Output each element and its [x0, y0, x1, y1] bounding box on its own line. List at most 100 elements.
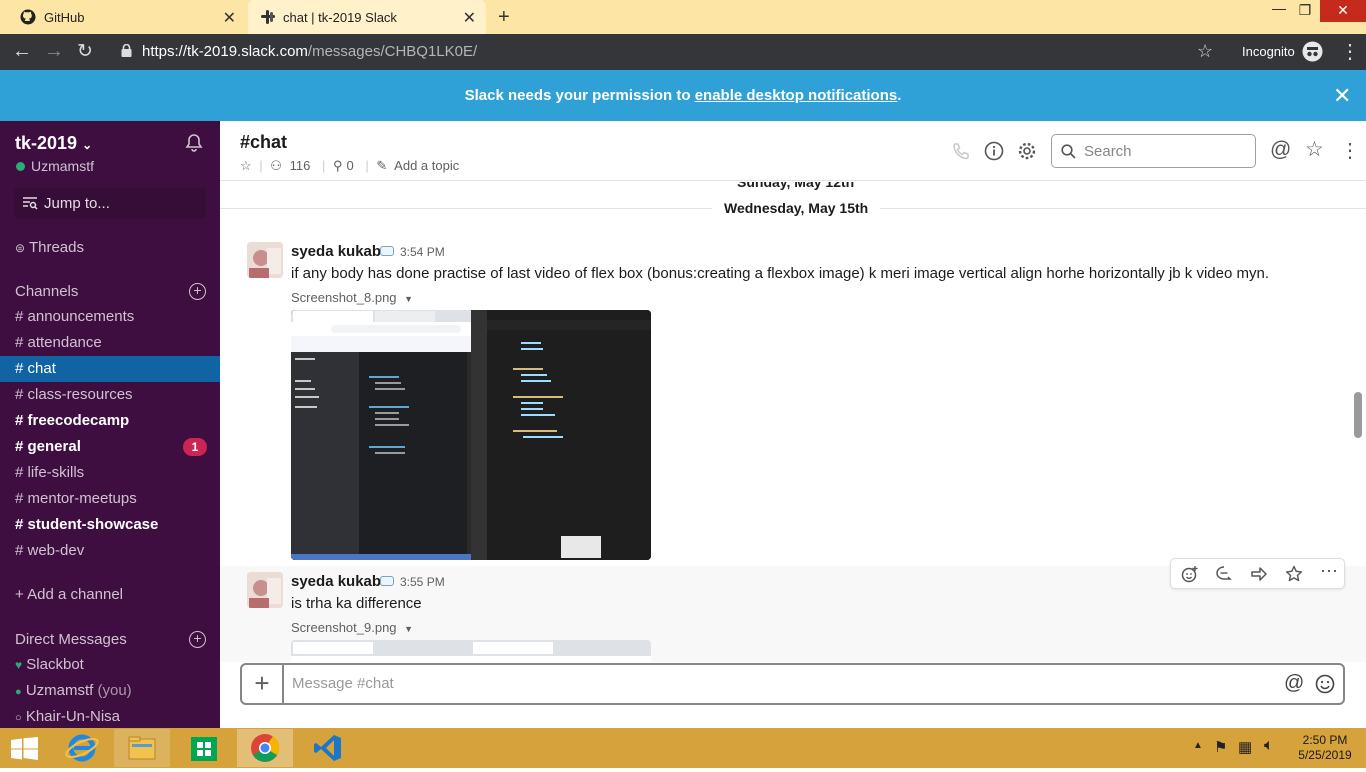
close-icon[interactable]: ✕	[1333, 83, 1351, 109]
sidebar-item-threads[interactable]: ⊜ Threads	[0, 235, 220, 261]
sidebar-item-class-resources[interactable]: # class-resources	[0, 382, 220, 408]
banner-text: Slack needs your permission to enable de…	[0, 87, 1366, 104]
sidebar-item-mentor-meetups[interactable]: # mentor-meetups	[0, 486, 220, 512]
channel-header: #chat ☆ | ⚇ 116 | ⚲0 | ✎ Add a topic @ ☆…	[220, 121, 1366, 181]
attachment-image[interactable]	[291, 310, 651, 560]
tray-chevron-up-icon[interactable]: ▲	[1193, 740, 1203, 751]
bookmark-star-icon[interactable]: ☆	[1197, 41, 1213, 62]
channel-label: # mentor-meetups	[15, 490, 137, 507]
message-timestamp[interactable]: 3:55 PM	[400, 575, 445, 589]
sidebar-item-uzmamstf[interactable]: ● Uzmamstf (you)	[0, 678, 220, 704]
close-icon[interactable]: ✕	[463, 8, 476, 28]
thread-icon[interactable]	[1215, 565, 1233, 583]
sidebar-item-chat[interactable]: # chat	[0, 356, 220, 382]
forward-arrow-icon[interactable]: →	[44, 40, 64, 63]
direct-messages-heading[interactable]: Direct Messages	[15, 631, 127, 648]
close-window-button[interactable]: ✕	[1320, 0, 1366, 22]
notification-banner: Slack needs your permission to enable de…	[0, 70, 1366, 121]
minimize-button[interactable]: —	[1268, 0, 1290, 22]
restore-button[interactable]: ❐	[1294, 2, 1316, 24]
windows-store-icon[interactable]	[176, 729, 232, 767]
more-actions-icon[interactable]: ⋯	[1320, 561, 1338, 582]
channel-meta: ☆ | ⚇ 116 | ⚲ 0 | ✎ Add a topic	[240, 158, 467, 174]
attachment-image[interactable]	[291, 640, 651, 662]
sidebar-item-announcements[interactable]: # announcements	[0, 304, 220, 330]
message-sender[interactable]: syeda kukab	[291, 243, 381, 260]
attachment-filename[interactable]: Screenshot_8.png ▼	[291, 290, 413, 305]
share-arrow-icon[interactable]	[1250, 565, 1268, 583]
avatar[interactable]	[247, 572, 283, 608]
message-sender[interactable]: syeda kukab	[291, 573, 381, 590]
sidebar-item-student-showcase[interactable]: # student-showcase	[0, 512, 220, 538]
jump-to-label: Jump to...	[44, 195, 110, 212]
back-arrow-icon[interactable]: ←	[12, 40, 32, 63]
search-field[interactable]	[1051, 134, 1256, 168]
sidebar-item-slackbot[interactable]: ♥ Slackbot	[0, 652, 220, 678]
sidebar-item-freecodecamp[interactable]: # freecodecamp	[0, 408, 220, 434]
sidebar-item-general[interactable]: # general 1	[0, 434, 220, 460]
enable-notifications-link[interactable]: enable desktop notifications	[695, 87, 898, 104]
file-explorer-icon[interactable]	[114, 729, 170, 767]
address-bar[interactable]: https://tk-2019.slack.com/messages/CHBQ1…	[142, 43, 477, 60]
info-icon[interactable]	[984, 141, 1004, 161]
members-count[interactable]: ⚇ 116	[270, 158, 314, 173]
attach-plus-button[interactable]: +	[242, 665, 284, 703]
workspace-name: tk-2019	[15, 133, 78, 153]
add-topic-button[interactable]: ✎ Add a topic	[376, 158, 463, 173]
tab-github[interactable]: GitHub ✕	[0, 0, 246, 34]
attachment-filename-text: Screenshot_8.png	[291, 290, 397, 305]
add-channel-icon[interactable]: +	[189, 283, 206, 300]
star-icon[interactable]	[1285, 565, 1303, 583]
mentions-icon[interactable]: @	[1270, 138, 1291, 162]
windows-start-icon[interactable]	[11, 737, 38, 760]
tab-slack-chat[interactable]: chat | tk-2019 Slack ✕	[248, 0, 486, 34]
search-input[interactable]	[1084, 143, 1244, 160]
star-icon[interactable]: ☆	[240, 158, 252, 173]
reload-icon[interactable]: ↻	[77, 40, 93, 63]
phone-icon[interactable]	[951, 141, 971, 161]
channel-label: # student-showcase	[15, 516, 159, 533]
message-timestamp[interactable]: 3:54 PM	[400, 245, 445, 259]
sidebar-item-attendance[interactable]: # attendance	[0, 330, 220, 356]
pins-count-value: 0	[346, 158, 354, 173]
more-options-icon[interactable]: ⋮	[1340, 138, 1360, 163]
workspace-menu[interactable]: tk-2019 ⌄	[15, 133, 92, 154]
add-reaction-icon[interactable]	[1181, 565, 1199, 583]
channels-heading[interactable]: Channels	[15, 283, 78, 300]
channel-title[interactable]: #chat	[240, 132, 287, 153]
add-dm-icon[interactable]: +	[189, 631, 206, 648]
channel-label: # web-dev	[15, 542, 85, 559]
avatar[interactable]	[247, 242, 283, 278]
status-speech-icon	[380, 246, 394, 256]
message-scrollbar[interactable]	[1354, 392, 1362, 438]
action-center-flag-icon[interactable]: ⚑	[1214, 738, 1227, 756]
add-channel-label: + Add a channel	[15, 586, 124, 603]
attachment-filename[interactable]: Screenshot_9.png ▼	[291, 620, 413, 635]
mention-icon[interactable]: @	[1284, 672, 1304, 695]
close-icon[interactable]: ✕	[223, 8, 236, 28]
jump-to-button[interactable]: Jump to...	[14, 188, 206, 219]
sidebar-item-life-skills[interactable]: # life-skills	[0, 460, 220, 486]
bell-icon[interactable]	[184, 133, 204, 153]
emoji-icon[interactable]	[1315, 674, 1335, 694]
browser-menu-icon[interactable]: ⋮	[1340, 39, 1360, 64]
pins-count[interactable]: ⚲ 0	[333, 158, 358, 173]
starred-items-icon[interactable]: ☆	[1305, 137, 1324, 162]
sidebar-item-web-dev[interactable]: # web-dev	[0, 538, 220, 564]
chrome-icon[interactable]	[237, 729, 293, 767]
clock-time: 2:50 PM	[1302, 733, 1348, 747]
browser-tab-strip: GitHub ✕ chat | tk-2019 Slack ✕ + — ❐ ✕	[0, 0, 1366, 34]
incognito-icon[interactable]	[1302, 41, 1323, 62]
network-icon[interactable]: ▦	[1238, 738, 1252, 756]
add-channel-button[interactable]: + Add a channel	[0, 582, 220, 608]
message-input[interactable]	[292, 675, 1252, 692]
dm-name: Uzmamstf	[25, 682, 94, 699]
new-tab-button[interactable]: +	[498, 6, 510, 29]
sidebar-item-khair-un-nisa[interactable]: ○ Khair-Un-Nisa	[0, 704, 220, 728]
taskbar-clock[interactable]: 2:50 PM 5/25/2019	[1290, 733, 1360, 763]
vscode-icon[interactable]	[300, 729, 356, 767]
gear-icon[interactable]	[1017, 141, 1037, 161]
banner-text-after: .	[897, 87, 902, 104]
volume-icon[interactable]: 🔈︎	[1264, 737, 1274, 755]
internet-explorer-icon[interactable]	[54, 729, 110, 767]
